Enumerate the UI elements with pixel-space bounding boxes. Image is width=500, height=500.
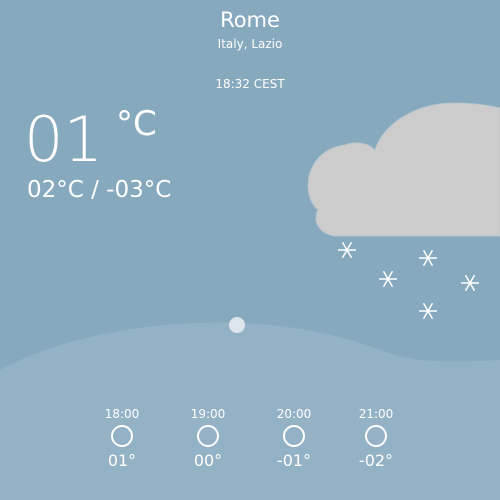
forecast-temp: 00° [193, 451, 223, 470]
clear-night-icon [111, 425, 133, 447]
forecast-time: 19:00 [190, 407, 226, 421]
city-name: Rome [220, 8, 280, 32]
forecast-item[interactable]: 19:00 00° [178, 406, 238, 473]
snowflake-icon [461, 274, 479, 292]
region-name: Italy, Lazio [217, 37, 283, 51]
temperature-range: 02°C / -03°C [27, 177, 172, 203]
forecast-temp: 01° [107, 451, 137, 470]
forecast-item[interactable]: 21:00 -02° [346, 406, 406, 473]
snowflake-icon [419, 249, 437, 267]
forecast-temp: -02° [358, 451, 394, 470]
forecast-item[interactable]: 18:00 01° [92, 406, 152, 473]
clear-night-icon [283, 425, 305, 447]
forecast-temp: -01° [276, 451, 312, 470]
clear-night-icon [197, 425, 219, 447]
snowflake-icon [419, 302, 437, 320]
temperature-unit: °C [116, 104, 157, 144]
forecast-time: 20:00 [276, 407, 312, 421]
sun-position-marker [229, 317, 245, 333]
snowflake-icon [338, 241, 356, 259]
forecast-time: 18:00 [104, 407, 140, 421]
forecast-item[interactable]: 20:00 -01° [264, 406, 324, 473]
hourly-forecast: 18:00 01° 19:00 00° 20:00 -01° 21:00 -02… [0, 406, 500, 496]
clear-night-icon [365, 425, 387, 447]
local-time: 18:32 CEST [215, 77, 285, 91]
snowflake-icon [379, 270, 397, 288]
current-temperature: 01 [24, 103, 103, 176]
forecast-time: 21:00 [358, 407, 394, 421]
snow-cloud-icon [307, 102, 500, 237]
